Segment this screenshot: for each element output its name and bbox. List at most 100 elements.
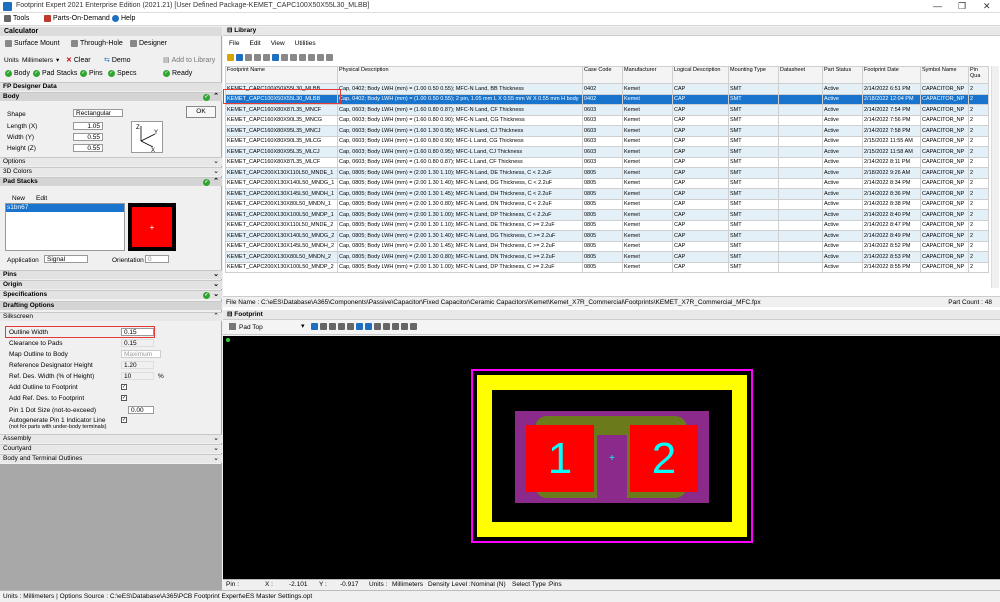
column-header[interactable]: Manufacturer bbox=[622, 66, 673, 84]
menu-parts-on-demand[interactable]: Parts-On-Demand bbox=[44, 15, 110, 22]
column-header[interactable]: Symbol Name bbox=[920, 66, 969, 84]
zoom-area-icon[interactable] bbox=[338, 323, 345, 330]
origin-section[interactable]: Origin ⌄ bbox=[0, 280, 222, 289]
padstack-list-item[interactable]: s1bn67 bbox=[6, 204, 124, 212]
table-row[interactable]: KEMET_CAPC200X130X110L50_MNDE_1 Cap, 0805… bbox=[225, 167, 989, 179]
table-row[interactable]: KEMET_CAPC200X130X145L50_MNDH_2 Cap, 0805… bbox=[225, 240, 989, 252]
specifications-section[interactable]: Specifications ✓ ⌄ bbox=[0, 290, 222, 299]
pad-2[interactable]: 2 bbox=[630, 425, 698, 492]
terminal-outlines-section[interactable]: Body and Terminal Outlines ⌄ bbox=[0, 454, 222, 463]
assembly-section[interactable]: Assembly ⌄ bbox=[0, 434, 222, 443]
pad-stacks-section[interactable]: Pad Stacks ✓ ⌃ bbox=[0, 177, 222, 186]
close-button[interactable]: ✕ bbox=[983, 1, 991, 12]
tab-designer[interactable]: Designer bbox=[130, 40, 167, 47]
column-header[interactable]: Mounting Type bbox=[728, 66, 779, 84]
map-outline-select[interactable]: Maximum bbox=[121, 350, 161, 358]
column-header[interactable]: Logical Description bbox=[672, 66, 729, 84]
tool-icon[interactable] bbox=[281, 54, 288, 61]
library-menu-file[interactable]: File bbox=[229, 40, 239, 47]
grid-icon[interactable] bbox=[374, 323, 381, 330]
clearance-input[interactable]: 0.15 bbox=[121, 339, 154, 347]
column-header[interactable]: Pin Qua bbox=[968, 66, 989, 84]
table-row[interactable]: KEMET_CAPC200X130X140L50_MNDG_1 Cap, 0805… bbox=[225, 177, 989, 189]
zoom-fit-icon[interactable] bbox=[329, 323, 336, 330]
save-icon[interactable] bbox=[236, 54, 243, 61]
refresh-icon[interactable] bbox=[365, 323, 372, 330]
column-header[interactable]: Footprint Date bbox=[862, 66, 921, 84]
units-select[interactable]: Millimeters bbox=[22, 57, 53, 64]
orientation-input[interactable]: 0 bbox=[145, 255, 169, 263]
table-row[interactable]: KEMET_CAPC200X130X145L50_MNDH_1 Cap, 0805… bbox=[225, 188, 989, 200]
length-input[interactable]: 1.05 bbox=[73, 122, 103, 130]
column-header[interactable]: Footprint Name bbox=[225, 66, 338, 84]
rotate-icon[interactable] bbox=[356, 323, 363, 330]
outline-width-input[interactable]: 0.15 bbox=[121, 328, 154, 336]
tool-icon[interactable] bbox=[254, 54, 261, 61]
drafting-options-header[interactable]: Drafting Options bbox=[0, 301, 222, 310]
autogen-checkbox[interactable]: ✓ bbox=[121, 417, 127, 423]
ref-height-input[interactable]: 1.20 bbox=[121, 361, 154, 369]
new-padstack-button[interactable]: New bbox=[12, 195, 25, 202]
body-section-header[interactable]: Body ✓ ⌃ bbox=[0, 92, 222, 101]
tool-icon[interactable] bbox=[290, 54, 297, 61]
measure-icon[interactable] bbox=[383, 323, 390, 330]
zoom-icon[interactable] bbox=[320, 323, 327, 330]
table-row[interactable]: KEMET_CAPC200X130X100L50_MNDP_1 Cap, 0805… bbox=[225, 209, 989, 221]
tool-icon[interactable] bbox=[317, 54, 324, 61]
export-icon[interactable] bbox=[401, 323, 408, 330]
menu-tools[interactable]: Tools bbox=[4, 15, 29, 22]
maximize-button[interactable]: ❐ bbox=[958, 1, 966, 12]
courtyard-section[interactable]: Courtyard ⌄ bbox=[0, 444, 222, 453]
pan-icon[interactable] bbox=[347, 323, 354, 330]
add-ref-checkbox[interactable]: ✓ bbox=[121, 395, 127, 401]
clear-button[interactable]: ✕ Clear bbox=[66, 56, 91, 65]
demo-button[interactable]: ⇆ Demo bbox=[104, 56, 131, 65]
column-header[interactable]: Case Code bbox=[582, 66, 623, 84]
pin1-dot-input[interactable]: 0.00 bbox=[128, 406, 154, 414]
table-row[interactable]: KEMET_CAPC200X130X110L50_MNDE_2 Cap, 0805… bbox=[225, 219, 989, 231]
pins-section[interactable]: Pins ⌄ bbox=[0, 270, 222, 279]
tab-through-hole[interactable]: Through-Hole bbox=[71, 40, 123, 47]
layer-select[interactable]: Pad Top bbox=[239, 324, 263, 331]
fp-designer-header[interactable]: FP Designer Data bbox=[0, 82, 222, 91]
table-row[interactable]: KEMET_CAPC160X80X90L35_MLCG Cap, 0603; Bo… bbox=[225, 135, 989, 147]
column-header[interactable]: Physical Description bbox=[337, 66, 583, 84]
library-scrollbar[interactable] bbox=[991, 66, 999, 288]
table-row[interactable]: KEMET_CAPC200X130X80L50_MNDN_1 Cap, 0805;… bbox=[225, 198, 989, 210]
table-row[interactable]: KEMET_CAPC160X80X87L35_MNCF Cap, 0603; Bo… bbox=[225, 104, 989, 116]
open-icon[interactable] bbox=[227, 54, 234, 61]
table-row[interactable]: KEMET_CAPC200X130X100L50_MNDP_2 Cap, 0805… bbox=[225, 261, 989, 273]
table-row[interactable]: KEMET_CAPC160X80X90L35_MNCG Cap, 0603; Bo… bbox=[225, 114, 989, 126]
select-arrow-icon[interactable] bbox=[311, 323, 318, 330]
undo-icon[interactable] bbox=[272, 54, 279, 61]
tool-icon[interactable] bbox=[299, 54, 306, 61]
ref-width-input[interactable]: 10 bbox=[121, 372, 154, 380]
table-row[interactable]: KEMET_CAPC160X80X95L35_MNCJ Cap, 0603; Bo… bbox=[225, 125, 989, 137]
application-select[interactable]: Signal bbox=[44, 255, 88, 263]
library-menu-utilities[interactable]: Utilities bbox=[295, 40, 316, 47]
minimize-button[interactable]: — bbox=[933, 1, 942, 11]
menu-help[interactable]: Help bbox=[112, 15, 135, 22]
ok-button[interactable]: OK bbox=[186, 106, 216, 118]
tool-icon[interactable] bbox=[308, 54, 315, 61]
3d-colors-section[interactable]: 3D Colors ⌄ bbox=[0, 167, 222, 176]
edit-padstack-button[interactable]: Edit bbox=[36, 195, 47, 202]
padstack-list[interactable]: s1bn67 bbox=[5, 203, 125, 251]
table-row[interactable]: KEMET_CAPC200X130X80L50_MNDN_2 Cap, 0805;… bbox=[225, 251, 989, 263]
add-to-library-button[interactable]: ▤ Add to Library bbox=[163, 56, 215, 65]
print-icon[interactable] bbox=[392, 323, 399, 330]
tab-surface-mount[interactable]: Surface Mount bbox=[5, 40, 60, 47]
tool-icon[interactable] bbox=[263, 54, 270, 61]
pad-1[interactable]: 1 bbox=[526, 425, 594, 492]
library-menu-edit[interactable]: Edit bbox=[249, 40, 260, 47]
column-header[interactable]: Part Status bbox=[822, 66, 863, 84]
tool-icon[interactable] bbox=[326, 54, 333, 61]
options-section[interactable]: Options ⌄ bbox=[0, 157, 222, 166]
library-menu-view[interactable]: View bbox=[271, 40, 285, 47]
table-row[interactable]: KEMET_CAPC160X80X95L35_MLCJ Cap, 0603; Bo… bbox=[225, 146, 989, 158]
footprint-canvas[interactable]: 1 2 + bbox=[223, 336, 1000, 579]
add-outline-checkbox[interactable]: ✓ bbox=[121, 384, 127, 390]
height-input[interactable]: 0.55 bbox=[73, 144, 103, 152]
column-header[interactable]: Datasheet bbox=[778, 66, 823, 84]
table-row[interactable]: KEMET_CAPC160X80X87L35_MLCF Cap, 0603; Bo… bbox=[225, 156, 989, 168]
